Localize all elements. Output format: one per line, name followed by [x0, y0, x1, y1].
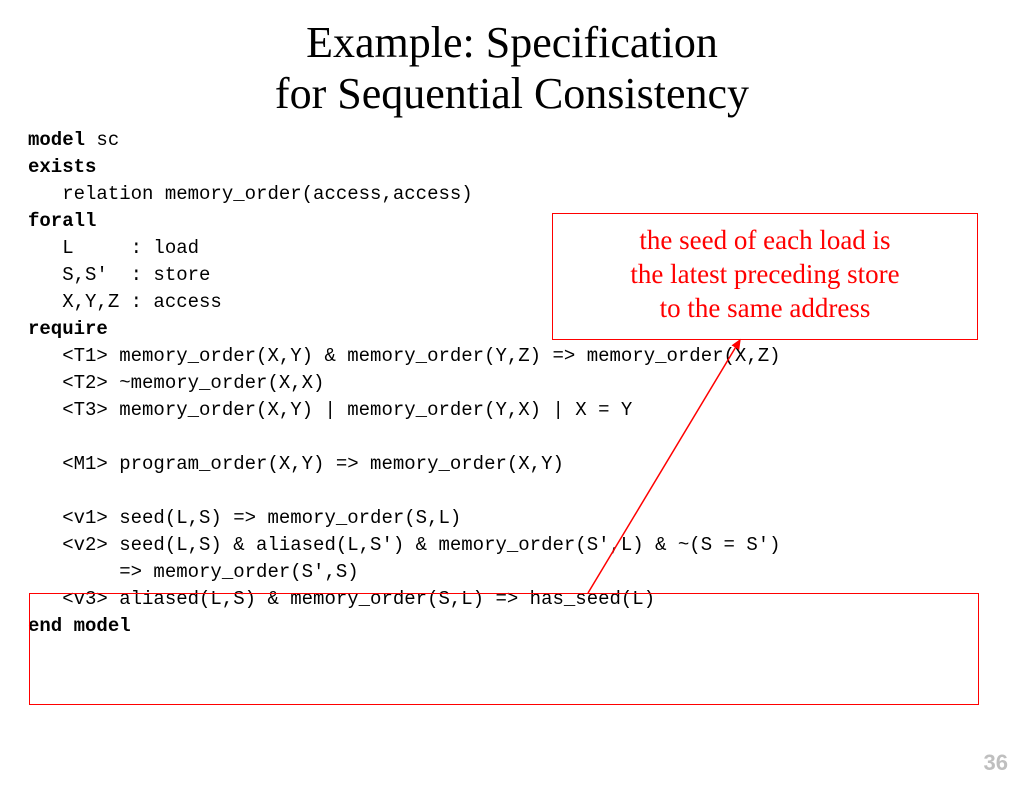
callout-line-3: to the same address: [660, 293, 871, 323]
code-l17: => memory_order(S',S): [28, 561, 359, 583]
code-l16: <v2> seed(L,S) & aliased(L,S') & memory_…: [28, 534, 781, 556]
code-l13: <M1> program_order(X,Y) => memory_order(…: [28, 453, 564, 475]
kw-model: model: [28, 129, 85, 151]
code-l03: relation memory_order(access,access): [28, 183, 473, 205]
code-l11: <T3> memory_order(X,Y) | memory_order(Y,…: [28, 399, 632, 421]
code-l07: X,Y,Z : access: [28, 291, 222, 313]
title-line-1: Example: Specification: [306, 18, 718, 67]
kw-end-model: end model: [28, 615, 131, 637]
page-number: 36: [984, 750, 1008, 776]
kw-exists: exists: [28, 156, 96, 178]
title-line-2: for Sequential Consistency: [275, 69, 749, 118]
callout-annotation: the seed of each load is the latest prec…: [552, 213, 978, 340]
code-l01b: sc: [85, 129, 119, 151]
code-l18: <v3> aliased(L,S) & memory_order(S,L) =>…: [28, 588, 655, 610]
code-l09: <T1> memory_order(X,Y) & memory_order(Y,…: [28, 345, 781, 367]
callout-line-1: the seed of each load is: [639, 225, 890, 255]
kw-forall: forall: [28, 210, 96, 232]
code-l10: <T2> ~memory_order(X,X): [28, 372, 324, 394]
callout-line-2: the latest preceding store: [630, 259, 899, 289]
code-l05: L : load: [28, 237, 199, 259]
slide-title: Example: Specification for Sequential Co…: [0, 18, 1024, 119]
code-l15: <v1> seed(L,S) => memory_order(S,L): [28, 507, 461, 529]
kw-require: require: [28, 318, 108, 340]
code-listing: model sc exists relation memory_order(ac…: [28, 127, 1024, 639]
code-l06: S,S' : store: [28, 264, 210, 286]
